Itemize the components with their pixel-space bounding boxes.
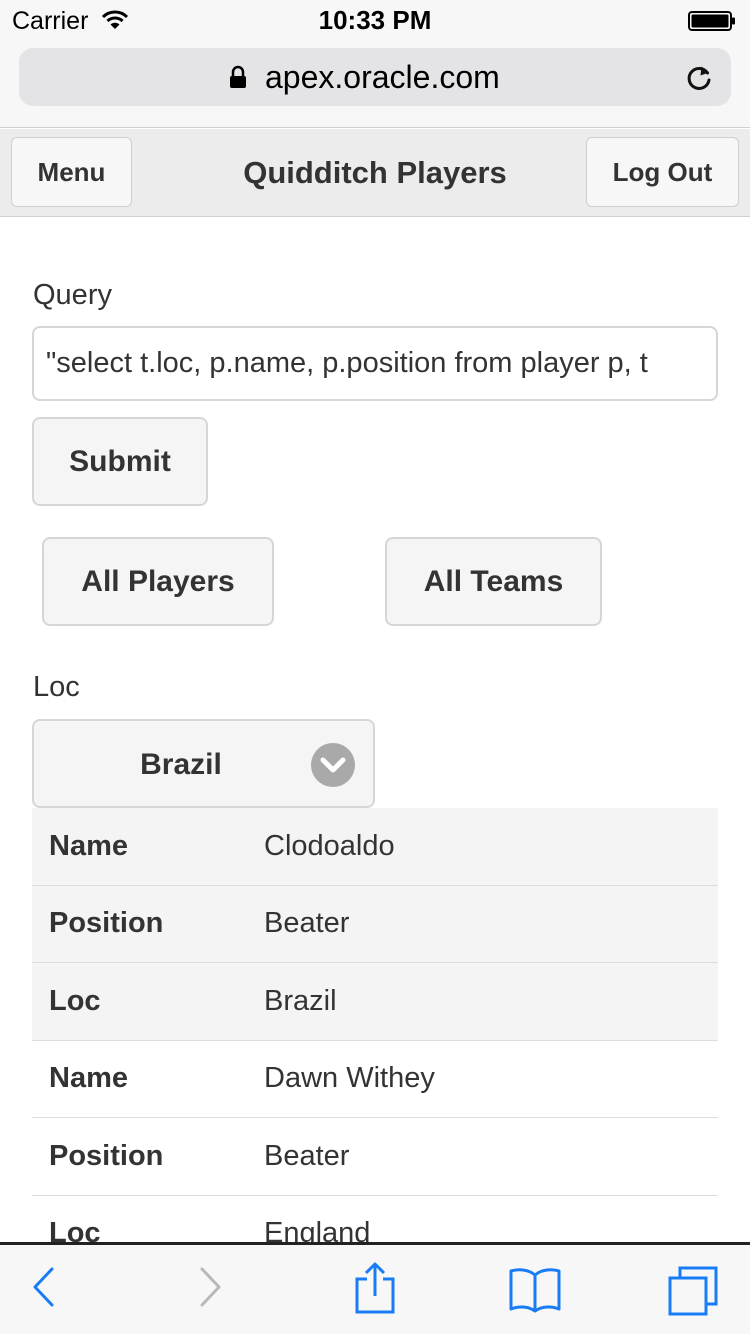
- reload-icon[interactable]: [685, 63, 713, 93]
- lock-icon: [230, 65, 246, 88]
- back-icon[interactable]: [30, 1265, 56, 1309]
- loc-selected-value: Brazil: [140, 748, 222, 781]
- status-bar: Carrier 10:33 PM: [0, 0, 750, 40]
- row-label: Loc: [49, 984, 101, 1017]
- app-header: Menu Quidditch Players Log Out: [0, 129, 750, 217]
- loc-label: Loc: [33, 671, 80, 703]
- status-time: 10:33 PM: [318, 5, 432, 35]
- results-table: Name Clodoaldo Position Beater Loc Brazil Name…: [32, 808, 718, 1273]
- table-row: Name Dawn Withey: [32, 1041, 718, 1118]
- row-value: Clodoaldo: [264, 829, 395, 862]
- share-icon[interactable]: [353, 1261, 397, 1315]
- url-field[interactable]: apex.oracle.com: [19, 48, 731, 106]
- row-value: Brazil: [264, 984, 337, 1017]
- table-row: Position Beater: [32, 1118, 718, 1196]
- table-row: Loc Brazil: [32, 963, 718, 1041]
- query-label: Query: [33, 279, 112, 311]
- logout-button[interactable]: Log Out: [586, 137, 739, 207]
- row-value: Dawn Withey: [264, 1062, 435, 1095]
- row-label: Position: [49, 1139, 164, 1172]
- all-teams-button[interactable]: All Teams: [385, 537, 602, 626]
- row-label: Name: [49, 829, 128, 862]
- forward-icon[interactable]: [198, 1265, 224, 1309]
- table-row: Position Beater: [32, 885, 718, 963]
- query-input[interactable]: [32, 326, 718, 401]
- url-text: apex.oracle.com: [265, 59, 500, 95]
- row-value: Beater: [264, 907, 350, 940]
- row-value: Beater: [264, 1139, 350, 1172]
- loc-select[interactable]: Brazil: [32, 719, 375, 808]
- chevron-down-icon: [311, 743, 355, 787]
- all-players-button[interactable]: All Players: [42, 537, 274, 626]
- battery-icon: [688, 11, 735, 31]
- row-label: Name: [49, 1062, 128, 1095]
- bookmarks-icon[interactable]: [508, 1267, 562, 1313]
- tabs-icon[interactable]: [667, 1265, 719, 1317]
- submit-button[interactable]: Submit: [32, 417, 208, 506]
- browser-toolbar: [0, 1242, 750, 1334]
- menu-button[interactable]: Menu: [11, 137, 132, 207]
- table-row: Name Clodoaldo: [32, 808, 718, 886]
- row-label: Position: [49, 907, 164, 940]
- browser-address-bar: apex.oracle.com: [0, 40, 750, 128]
